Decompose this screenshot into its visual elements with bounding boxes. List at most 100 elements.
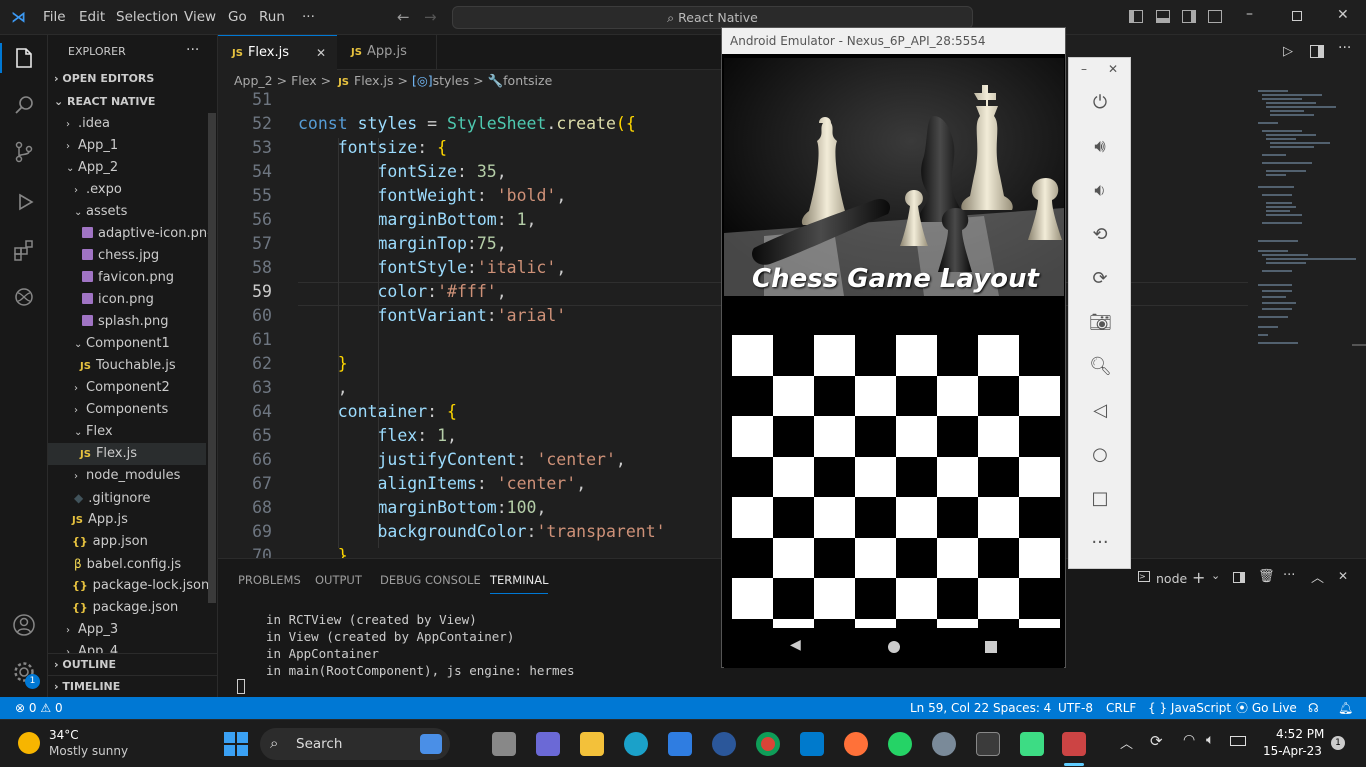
zoom-icon[interactable]: 🔍︎ (1089, 356, 1112, 378)
menu-file[interactable]: File (43, 9, 66, 25)
minimap-slider[interactable] (1352, 344, 1366, 346)
run-debug-icon[interactable] (12, 190, 36, 214)
maximize-panel-icon[interactable]: ︿ (1311, 567, 1324, 586)
tree-folder-app4[interactable]: › App_4 (48, 641, 206, 653)
account-icon[interactable] (12, 613, 36, 637)
notification-badge[interactable]: 1 (1331, 736, 1345, 750)
customize-layout-icon[interactable] (1208, 10, 1222, 23)
remote-explorer-icon[interactable] (12, 285, 36, 309)
volume-up-icon[interactable]: 🔊︎ (1089, 136, 1111, 158)
overview-icon[interactable]: □ (1089, 488, 1111, 510)
more-options-icon[interactable]: ··· (1089, 532, 1111, 554)
back-arrow-icon[interactable]: ← (397, 8, 410, 26)
menu-go[interactable]: Go (228, 9, 247, 25)
nav-home-icon[interactable] (888, 641, 900, 653)
section-outline[interactable]: › OUTLINE (48, 653, 218, 675)
chrome-icon[interactable] (756, 732, 780, 756)
tree-file-touchable[interactable]: JS Touchable.js (48, 355, 206, 377)
whatsapp-icon[interactable] (888, 732, 912, 756)
wifi-icon[interactable]: ◠ (1183, 732, 1195, 748)
rotate-left-icon[interactable]: ⟲ (1089, 224, 1111, 246)
tab-debug-console[interactable]: DEBUG CONSOLE (380, 573, 481, 587)
emulator-minimize-button[interactable]: – (1081, 62, 1087, 76)
indentation[interactable]: Spaces: 4 (993, 697, 1051, 719)
taskbar-search[interactable]: ⌕ Search (260, 728, 450, 760)
run-file-icon[interactable]: ▷ (1283, 44, 1293, 59)
menu-view[interactable]: View (184, 9, 216, 25)
home-icon[interactable]: ○ (1089, 444, 1111, 466)
camera-icon[interactable]: 📷︎ (1089, 312, 1112, 334)
breadcrumb-fontsize[interactable]: fontsize (503, 73, 552, 88)
back-icon[interactable]: ◁ (1089, 400, 1111, 422)
editor-more-icon[interactable]: ··· (1338, 40, 1351, 56)
clock-date[interactable]: 15-Apr-23 (1263, 744, 1322, 758)
teams-icon[interactable] (536, 732, 560, 756)
start-windows-icon[interactable] (224, 732, 248, 756)
nav-back-icon[interactable]: ◀ (790, 637, 801, 653)
panel-more-icon[interactable]: ··· (1283, 568, 1295, 583)
tab-terminal[interactable]: TERMINAL (490, 573, 549, 594)
task-view-icon[interactable] (492, 732, 516, 756)
tree-folder-app3[interactable]: › App_3 (48, 619, 206, 641)
emulator-close-button[interactable]: ✕ (1108, 62, 1118, 76)
breadcrumb-app2[interactable]: App_2 (234, 73, 273, 88)
breadcrumb-file[interactable]: Flex.js (354, 73, 394, 88)
nav-recents-icon[interactable] (985, 641, 997, 653)
layout-secondary-sidebar-icon[interactable] (1182, 10, 1196, 23)
layout-panel-icon[interactable] (1156, 10, 1170, 23)
settings-icon[interactable] (932, 732, 956, 756)
menu-run[interactable]: Run (259, 9, 285, 25)
line-ending[interactable]: CRLF (1106, 697, 1136, 719)
split-editor-icon[interactable] (1310, 45, 1324, 58)
tree-folder-assets[interactable]: ⌄ assets (48, 201, 206, 223)
menu-more[interactable]: ··· (302, 9, 315, 25)
tree-file-package-json[interactable]: {} package.json (48, 597, 206, 619)
edge-icon[interactable] (624, 732, 648, 756)
android-studio-icon[interactable] (1020, 732, 1044, 756)
tab-output[interactable]: OUTPUT (315, 573, 362, 587)
minimap[interactable] (1248, 70, 1366, 558)
close-tab-icon[interactable]: ✕ (316, 36, 326, 70)
minimize-window-icon[interactable]: – (1246, 6, 1253, 22)
sync-icon[interactable]: ⟳ (1150, 732, 1163, 750)
terminal-name[interactable]: node (1156, 571, 1187, 586)
restore-window-icon[interactable] (1292, 11, 1302, 21)
show-hidden-icons-chevron[interactable]: ︿ (1120, 733, 1133, 752)
new-terminal-icon[interactable]: + (1192, 568, 1205, 587)
sidebar-scrollbar[interactable] (208, 113, 216, 603)
section-open-editors[interactable]: › OPEN EDITORS (54, 72, 154, 85)
chevron-down-icon[interactable]: ⌄ (1211, 569, 1220, 582)
tree-file-splash[interactable]: splash.png (48, 311, 206, 333)
menu-selection[interactable]: Selection (116, 9, 178, 25)
cursor-position[interactable]: Ln 59, Col 22 (910, 697, 989, 719)
weather-widget[interactable]: 34°C Mostly sunny (18, 728, 128, 760)
emulator-app-icon[interactable] (1062, 732, 1086, 756)
tree-file-flex-js[interactable]: JS Flex.js (48, 443, 206, 465)
store-icon[interactable] (668, 732, 692, 756)
encoding[interactable]: UTF-8 (1058, 697, 1093, 719)
app-screen[interactable]: Chess Game Layout (724, 58, 1064, 659)
tree-folder-node-modules[interactable]: › node_modules (48, 465, 206, 487)
breadcrumb-flex[interactable]: Flex (291, 73, 317, 88)
language-mode[interactable]: { } JavaScript (1148, 697, 1231, 719)
explorer-more-button[interactable]: ··· (186, 42, 199, 58)
source-control-icon[interactable] (12, 140, 36, 164)
volume-icon[interactable]: 🔈︎ (1206, 732, 1214, 748)
tree-folder-components[interactable]: › Components (48, 399, 206, 421)
tree-file-chess[interactable]: chess.jpg (48, 245, 206, 267)
tree-file-babel-config[interactable]: β babel.config.js (48, 553, 206, 575)
tree-file-package-lock[interactable]: {} package-lock.json (48, 575, 209, 597)
tree-file-icon[interactable]: icon.png (48, 289, 206, 311)
section-react-native[interactable]: ⌄ REACT NATIVE (54, 95, 155, 108)
problems-status[interactable]: ⊗ 0 ⚠ 0 (15, 697, 63, 719)
forward-arrow-icon[interactable]: → (424, 8, 437, 26)
tab-flex-js[interactable]: JS Flex.js ✕ (218, 35, 337, 70)
tree-folder-app1[interactable]: › App_1 (48, 135, 206, 157)
go-live-button[interactable]: ⦿ Go Live (1236, 697, 1297, 719)
tab-app-js[interactable]: JS App.js (337, 35, 437, 70)
power-icon[interactable]: ⏻ (1089, 92, 1111, 114)
volume-down-icon[interactable]: 🔉︎ (1089, 180, 1111, 202)
tree-folder-expo[interactable]: › .expo (48, 179, 206, 201)
section-timeline[interactable]: › TIMELINE (48, 675, 218, 697)
close-window-icon[interactable]: ✕ (1337, 7, 1349, 23)
